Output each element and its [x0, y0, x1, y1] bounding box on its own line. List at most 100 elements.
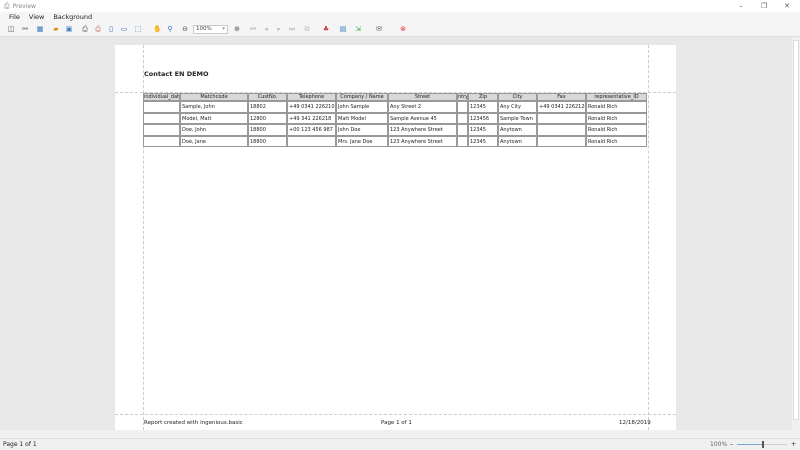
table-cell: [457, 124, 468, 136]
table-cell: 12345: [468, 101, 498, 113]
find-icon[interactable]: ⚯: [21, 25, 29, 33]
title-bar: ⎙ Preview – ❐ ✕: [0, 0, 800, 12]
chevron-down-icon: ▾: [222, 26, 225, 32]
table-cell: Doe, John: [180, 124, 248, 136]
footer-left: Report created with ingenious.basic: [144, 420, 243, 426]
table-cell: [143, 135, 180, 147]
table-cell: Anytown: [498, 135, 537, 147]
table-cell: Ronald Rich: [586, 124, 647, 136]
magnifier-icon[interactable]: ⚲: [166, 25, 174, 33]
table-cell: +49 0341 226210: [287, 101, 336, 113]
page-layout-icon[interactable]: ▭: [120, 25, 128, 33]
report-page: Contact EN DEMO individual_date Matchcode…: [115, 45, 676, 430]
table-cell: 18800: [248, 124, 287, 136]
column-header: Company / Name: [336, 93, 388, 101]
column-header: Street: [388, 93, 457, 101]
table-cell: Sample Avenue 45: [388, 112, 457, 124]
table-cell: 123 Anywhere Street: [388, 135, 457, 147]
table-cell: [457, 112, 468, 124]
table-cell: Any Street 2: [388, 101, 457, 113]
table-cell: Ronald Rich: [586, 101, 647, 113]
table-cell: Ronald Rich: [586, 112, 647, 124]
horizontal-scrollbar[interactable]: [0, 430, 792, 438]
column-header: Zip: [468, 93, 498, 101]
table-cell: Sample, John: [180, 101, 248, 113]
table-cell: [457, 101, 468, 113]
column-header: individual_date: [143, 93, 180, 101]
save-icon[interactable]: ▣: [65, 25, 73, 33]
toolbar: ◫ ⚯ ▦ ▰ ▣ ⎙ ⎙ ▯ ▭ ⬚ ✋ ⚲ ⊖ 100% ▾ ⊕ ⏮ ◂ ▸ …: [0, 22, 800, 37]
app-icon: ⎙: [4, 1, 10, 10]
quick-print-icon[interactable]: ⎙: [94, 25, 102, 33]
table-cell: [143, 124, 180, 136]
scale-icon[interactable]: ⬚: [134, 25, 142, 33]
hand-icon[interactable]: ✋: [153, 25, 162, 33]
column-header: Fax: [537, 93, 586, 101]
column-header: representative_ID: [586, 93, 647, 101]
column-header: Telephone: [287, 93, 336, 101]
table-cell: +49 341 226218: [287, 112, 336, 124]
next-page-icon[interactable]: ▸: [275, 25, 283, 33]
export-icon[interactable]: ⇲: [354, 25, 362, 33]
email-icon[interactable]: ✉: [375, 25, 383, 33]
table-cell: 12800: [248, 112, 287, 124]
table-cell: 18800: [248, 135, 287, 147]
table-cell: John Sample: [336, 101, 388, 113]
first-page-icon[interactable]: ⏮: [249, 25, 257, 33]
table-cell: 18802: [248, 101, 287, 113]
close-button[interactable]: ✕: [776, 0, 798, 12]
page-setup-icon[interactable]: ▯: [107, 25, 115, 33]
column-header: City: [498, 93, 537, 101]
menu-bar: File View Background: [0, 12, 800, 22]
table-cell: [457, 135, 468, 147]
table-cell: Sample Town: [498, 112, 537, 124]
page-status: Page 1 of 1: [3, 441, 37, 448]
table-cell: [143, 101, 180, 113]
menu-view[interactable]: View: [29, 13, 44, 21]
table-cell: Anytown: [498, 124, 537, 136]
table-cell: Model, Matt: [180, 112, 248, 124]
document-icon[interactable]: ▤: [339, 25, 347, 33]
report-title: Contact EN DEMO: [144, 70, 209, 78]
table-cell: +00 123 456 987: [287, 124, 336, 136]
table-cell: [287, 135, 336, 147]
close-preview-icon[interactable]: ⊗: [399, 25, 407, 33]
menu-file[interactable]: File: [9, 13, 20, 21]
minimize-button[interactable]: –: [730, 0, 752, 12]
zoom-out-button[interactable]: –: [730, 439, 733, 450]
zoom-in-button[interactable]: +: [791, 439, 796, 450]
table-cell: Doe, Jane: [180, 135, 248, 147]
restore-button[interactable]: ❐: [753, 0, 775, 12]
table-cell: [143, 112, 180, 124]
zoom-in-icon[interactable]: ⊕: [233, 25, 241, 33]
print-icon[interactable]: ⎙: [81, 25, 89, 33]
table-cell: [537, 135, 586, 147]
column-header: Matchcode: [180, 93, 248, 101]
multipage-icon[interactable]: ⧉: [303, 25, 311, 33]
zoom-value: 100%: [196, 26, 212, 32]
table-cell: 123 Anywhere Street: [388, 124, 457, 136]
sidebar-toggle-icon[interactable]: ◫: [7, 25, 15, 33]
zoom-slider[interactable]: [737, 441, 787, 448]
open-folder-icon[interactable]: ▰: [52, 25, 60, 33]
table-cell: +49 0341 2262120: [537, 101, 586, 113]
table-cell: John Doe: [336, 124, 388, 136]
zoom-out-icon[interactable]: ⊖: [181, 25, 189, 33]
menu-background[interactable]: Background: [53, 13, 92, 21]
table-cell: Mrs. Jane Doe: [336, 135, 388, 147]
grid-icon[interactable]: ▦: [36, 25, 44, 33]
footer-page: Page 1 of 1: [381, 420, 412, 426]
footer-date: 12/18/2019: [619, 420, 651, 426]
prev-page-icon[interactable]: ◂: [262, 25, 270, 33]
table-cell: Ronald Rich: [586, 135, 647, 147]
color-icon[interactable]: ♣: [322, 25, 330, 33]
table-cell: 12345: [468, 124, 498, 136]
table-cell: 123456: [468, 112, 498, 124]
column-header: CustNo.: [248, 93, 287, 101]
last-page-icon[interactable]: ⏭: [288, 25, 296, 33]
column-header: ntry: [457, 93, 468, 101]
table-cell: Any City: [498, 101, 537, 113]
vertical-scrollbar[interactable]: [792, 37, 800, 430]
zoom-status: 100%: [710, 441, 728, 448]
zoom-select[interactable]: 100% ▾: [193, 25, 228, 34]
